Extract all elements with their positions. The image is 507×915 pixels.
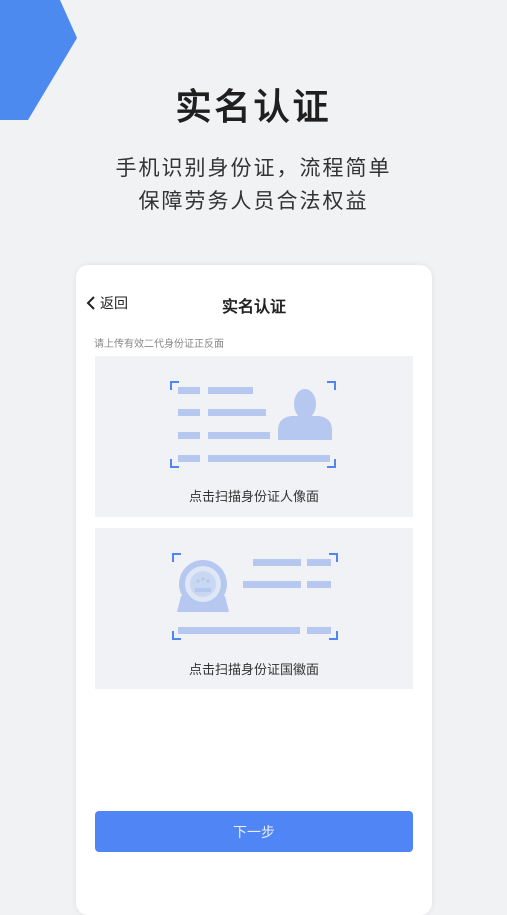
scan-front-label: 点击扫描身份证人像面 bbox=[188, 490, 319, 505]
next-step-button[interactable]: 下一步 bbox=[95, 811, 413, 852]
scan-back-label: 点击扫描身份证国徽面 bbox=[188, 663, 319, 678]
hero-title: 实名认证 bbox=[175, 87, 332, 128]
scan-id-back-card[interactable]: 点击扫描身份证国徽面 bbox=[95, 528, 413, 689]
upload-hint: 请上传有效二代身份证正反面 bbox=[94, 339, 224, 350]
nav-title: 实名认证 bbox=[221, 297, 286, 316]
phone-mockup: 返回 实名认证 请上传有效二代身份证正反面 点击扫描身份证人像面 点击扫描身份证… bbox=[76, 265, 432, 915]
scan-id-front-card[interactable]: 点击扫描身份证人像面 bbox=[95, 356, 413, 517]
hero-subtitle-line2: 保障劳务人员合法权益 bbox=[138, 189, 369, 213]
hero-subtitle-line1: 手机识别身份证，流程简单 bbox=[115, 156, 392, 180]
